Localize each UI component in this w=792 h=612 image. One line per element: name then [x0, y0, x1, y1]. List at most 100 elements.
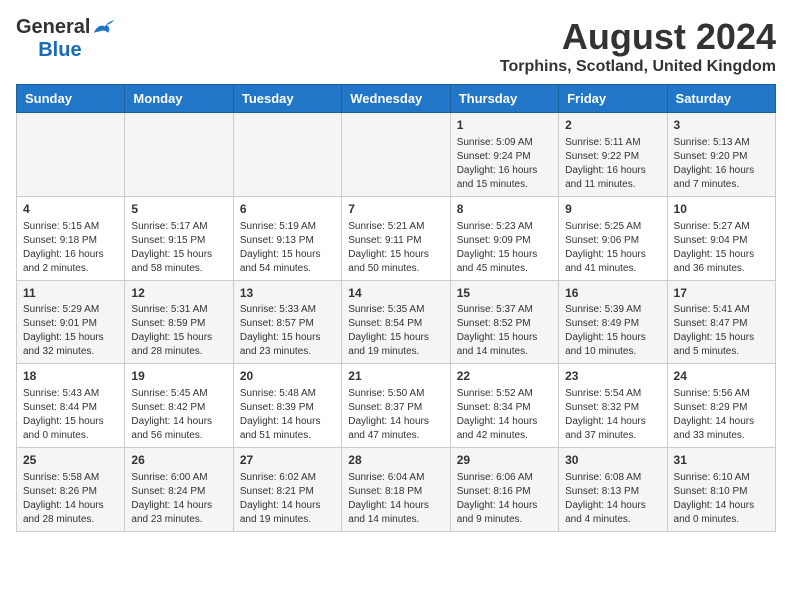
week-row-2: 4Sunrise: 5:15 AMSunset: 9:18 PMDaylight… [17, 196, 776, 280]
day-cell: 25Sunrise: 5:58 AMSunset: 8:26 PMDayligh… [17, 448, 125, 532]
day-info-text: Sunset: 8:44 PM [23, 401, 118, 415]
header-cell-thursday: Thursday [450, 85, 558, 113]
day-number: 12 [131, 285, 226, 302]
day-cell [17, 113, 125, 197]
day-info-text: Daylight: 14 hours and 0 minutes. [674, 499, 769, 527]
header-cell-sunday: Sunday [17, 85, 125, 113]
day-info-text: Sunrise: 5:25 AM [565, 220, 660, 234]
day-number: 28 [348, 452, 443, 469]
day-info-text: Sunset: 8:39 PM [240, 401, 335, 415]
day-cell: 1Sunrise: 5:09 AMSunset: 9:24 PMDaylight… [450, 113, 558, 197]
day-info-text: Sunrise: 5:23 AM [457, 220, 552, 234]
day-cell: 30Sunrise: 6:08 AMSunset: 8:13 PMDayligh… [559, 448, 667, 532]
day-cell: 20Sunrise: 5:48 AMSunset: 8:39 PMDayligh… [233, 364, 341, 448]
day-info-text: Sunrise: 5:21 AM [348, 220, 443, 234]
day-cell: 27Sunrise: 6:02 AMSunset: 8:21 PMDayligh… [233, 448, 341, 532]
day-info-text: Daylight: 14 hours and 19 minutes. [240, 499, 335, 527]
day-number: 21 [348, 368, 443, 385]
day-info-text: Sunset: 8:29 PM [674, 401, 769, 415]
day-info-text: Sunset: 9:22 PM [565, 150, 660, 164]
day-info-text: Sunrise: 5:27 AM [674, 220, 769, 234]
day-info-text: Daylight: 16 hours and 7 minutes. [674, 164, 769, 192]
day-cell: 21Sunrise: 5:50 AMSunset: 8:37 PMDayligh… [342, 364, 450, 448]
day-number: 29 [457, 452, 552, 469]
day-info-text: Sunrise: 5:31 AM [131, 303, 226, 317]
day-cell [125, 113, 233, 197]
day-info-text: Daylight: 14 hours and 23 minutes. [131, 499, 226, 527]
logo-general-text: General [16, 16, 90, 39]
header-row: SundayMondayTuesdayWednesdayThursdayFrid… [17, 85, 776, 113]
day-info-text: Sunrise: 5:17 AM [131, 220, 226, 234]
day-cell [342, 113, 450, 197]
day-info-text: Daylight: 15 hours and 5 minutes. [674, 331, 769, 359]
subtitle: Torphins, Scotland, United Kingdom [500, 58, 776, 76]
day-info-text: Sunset: 8:34 PM [457, 401, 552, 415]
header-cell-tuesday: Tuesday [233, 85, 341, 113]
day-number: 2 [565, 117, 660, 134]
header: General Blue August 2024 Torphins, Scotl… [16, 16, 776, 76]
day-info-text: Sunrise: 6:02 AM [240, 471, 335, 485]
day-number: 3 [674, 117, 769, 134]
day-info-text: Sunrise: 5:19 AM [240, 220, 335, 234]
day-cell: 18Sunrise: 5:43 AMSunset: 8:44 PMDayligh… [17, 364, 125, 448]
calendar-table: SundayMondayTuesdayWednesdayThursdayFrid… [16, 84, 776, 532]
day-number: 1 [457, 117, 552, 134]
day-number: 14 [348, 285, 443, 302]
day-number: 4 [23, 201, 118, 218]
day-cell: 31Sunrise: 6:10 AMSunset: 8:10 PMDayligh… [667, 448, 775, 532]
day-info-text: Sunrise: 5:29 AM [23, 303, 118, 317]
day-number: 6 [240, 201, 335, 218]
day-info-text: Sunrise: 6:10 AM [674, 471, 769, 485]
logo-bird-icon [92, 18, 116, 38]
day-cell: 12Sunrise: 5:31 AMSunset: 8:59 PMDayligh… [125, 280, 233, 364]
header-cell-monday: Monday [125, 85, 233, 113]
day-number: 18 [23, 368, 118, 385]
day-info-text: Sunset: 8:32 PM [565, 401, 660, 415]
day-info-text: Sunset: 9:13 PM [240, 234, 335, 248]
week-row-3: 11Sunrise: 5:29 AMSunset: 9:01 PMDayligh… [17, 280, 776, 364]
week-row-4: 18Sunrise: 5:43 AMSunset: 8:44 PMDayligh… [17, 364, 776, 448]
week-row-1: 1Sunrise: 5:09 AMSunset: 9:24 PMDaylight… [17, 113, 776, 197]
day-info-text: Daylight: 14 hours and 9 minutes. [457, 499, 552, 527]
day-info-text: Sunrise: 5:50 AM [348, 387, 443, 401]
day-info-text: Daylight: 15 hours and 10 minutes. [565, 331, 660, 359]
day-number: 13 [240, 285, 335, 302]
day-info-text: Sunset: 8:57 PM [240, 317, 335, 331]
day-cell: 29Sunrise: 6:06 AMSunset: 8:16 PMDayligh… [450, 448, 558, 532]
day-cell: 23Sunrise: 5:54 AMSunset: 8:32 PMDayligh… [559, 364, 667, 448]
day-info-text: Sunset: 9:01 PM [23, 317, 118, 331]
day-cell: 17Sunrise: 5:41 AMSunset: 8:47 PMDayligh… [667, 280, 775, 364]
day-number: 15 [457, 285, 552, 302]
day-info-text: Daylight: 15 hours and 36 minutes. [674, 248, 769, 276]
day-cell: 8Sunrise: 5:23 AMSunset: 9:09 PMDaylight… [450, 196, 558, 280]
logo-blue-text: Blue [38, 39, 81, 62]
day-info-text: Sunrise: 6:08 AM [565, 471, 660, 485]
day-info-text: Sunrise: 5:37 AM [457, 303, 552, 317]
day-info-text: Daylight: 15 hours and 23 minutes. [240, 331, 335, 359]
day-info-text: Daylight: 14 hours and 51 minutes. [240, 415, 335, 443]
day-cell: 4Sunrise: 5:15 AMSunset: 9:18 PMDaylight… [17, 196, 125, 280]
day-info-text: Sunrise: 5:58 AM [23, 471, 118, 485]
day-info-text: Daylight: 15 hours and 58 minutes. [131, 248, 226, 276]
day-info-text: Daylight: 15 hours and 19 minutes. [348, 331, 443, 359]
day-cell: 11Sunrise: 5:29 AMSunset: 9:01 PMDayligh… [17, 280, 125, 364]
day-info-text: Daylight: 15 hours and 28 minutes. [131, 331, 226, 359]
day-number: 7 [348, 201, 443, 218]
day-info-text: Sunset: 8:18 PM [348, 485, 443, 499]
main-title: August 2024 [500, 16, 776, 58]
day-info-text: Daylight: 16 hours and 2 minutes. [23, 248, 118, 276]
day-info-text: Daylight: 15 hours and 14 minutes. [457, 331, 552, 359]
day-info-text: Sunset: 8:21 PM [240, 485, 335, 499]
day-number: 17 [674, 285, 769, 302]
week-row-5: 25Sunrise: 5:58 AMSunset: 8:26 PMDayligh… [17, 448, 776, 532]
day-number: 22 [457, 368, 552, 385]
day-info-text: Sunset: 8:49 PM [565, 317, 660, 331]
day-cell: 19Sunrise: 5:45 AMSunset: 8:42 PMDayligh… [125, 364, 233, 448]
day-info-text: Sunrise: 5:09 AM [457, 136, 552, 150]
day-info-text: Sunset: 9:04 PM [674, 234, 769, 248]
day-info-text: Sunset: 8:13 PM [565, 485, 660, 499]
day-number: 25 [23, 452, 118, 469]
day-info-text: Sunrise: 5:48 AM [240, 387, 335, 401]
header-cell-wednesday: Wednesday [342, 85, 450, 113]
day-info-text: Daylight: 16 hours and 11 minutes. [565, 164, 660, 192]
